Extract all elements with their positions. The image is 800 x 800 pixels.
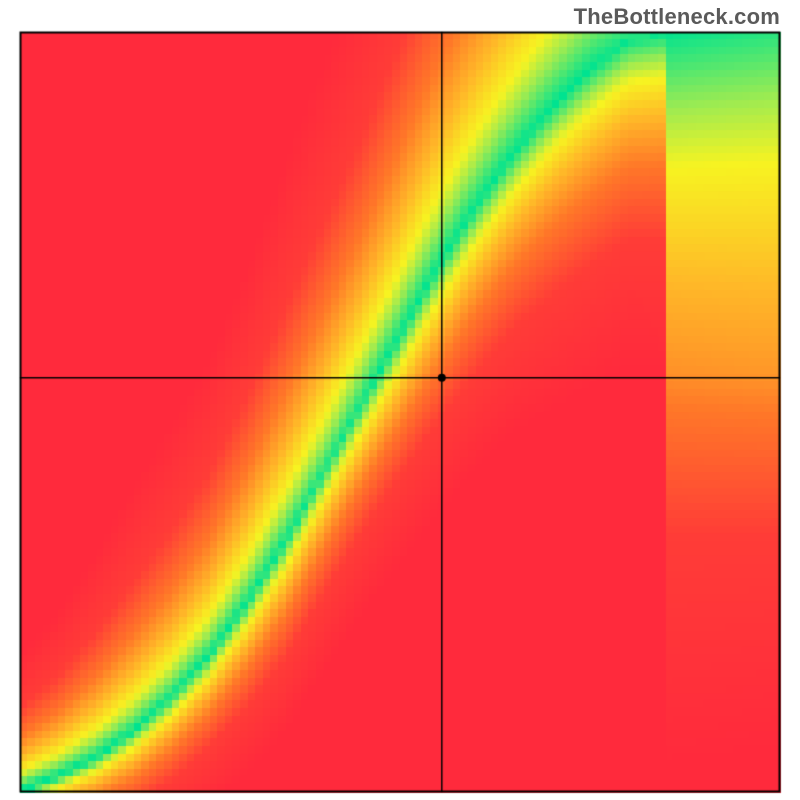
overlay-canvas [0,0,800,800]
chart-container: TheBottleneck.com [0,0,800,800]
watermark-label: TheBottleneck.com [574,4,780,30]
